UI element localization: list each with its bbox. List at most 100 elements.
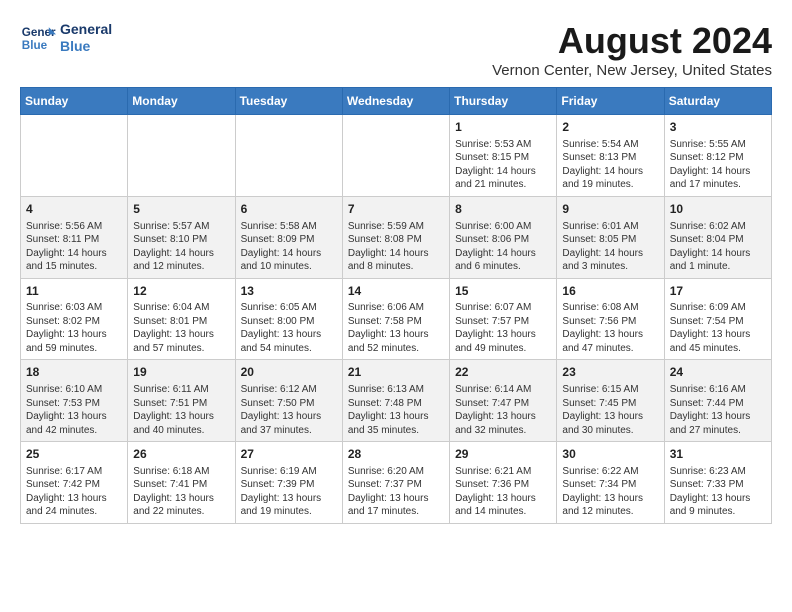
calendar-cell: 17Sunrise: 6:09 AM Sunset: 7:54 PM Dayli…	[664, 278, 771, 360]
day-header-tuesday: Tuesday	[235, 88, 342, 115]
day-info: Sunrise: 6:09 AM Sunset: 7:54 PM Dayligh…	[670, 301, 766, 355]
day-number: 6	[241, 201, 337, 218]
calendar-cell: 26Sunrise: 6:18 AM Sunset: 7:41 PM Dayli…	[128, 442, 235, 524]
day-info: Sunrise: 6:17 AM Sunset: 7:42 PM Dayligh…	[26, 465, 122, 519]
day-info: Sunrise: 6:06 AM Sunset: 7:58 PM Dayligh…	[348, 301, 444, 355]
logo-general: General	[60, 21, 112, 38]
day-header-wednesday: Wednesday	[342, 88, 449, 115]
calendar-cell: 5Sunrise: 5:57 AM Sunset: 8:10 PM Daylig…	[128, 196, 235, 278]
day-number: 19	[133, 364, 229, 381]
day-info: Sunrise: 6:00 AM Sunset: 8:06 PM Dayligh…	[455, 220, 551, 274]
week-row-4: 18Sunrise: 6:10 AM Sunset: 7:53 PM Dayli…	[21, 360, 772, 442]
calendar-cell: 21 Sunrise: 6:13 AM Sunset: 7:48 PM Dayli…	[342, 360, 449, 442]
calendar-cell: 8Sunrise: 6:00 AM Sunset: 8:06 PM Daylig…	[450, 196, 557, 278]
day-number: 25	[26, 446, 122, 463]
day-info: Sunrise: 5:58 AM Sunset: 8:09 PM Dayligh…	[241, 220, 337, 274]
day-header-thursday: Thursday	[450, 88, 557, 115]
subtitle: Vernon Center, New Jersey, United States	[492, 62, 772, 79]
calendar-cell: 16Sunrise: 6:08 AM Sunset: 7:56 PM Dayli…	[557, 278, 664, 360]
day-info: Sunrise: 5:53 AM Sunset: 8:15 PM Dayligh…	[455, 138, 551, 192]
day-number: 20	[241, 364, 337, 381]
day-info: Sunrise: 6:04 AM Sunset: 8:01 PM Dayligh…	[133, 301, 229, 355]
day-number: 3	[670, 119, 766, 136]
day-info: Sunrise: 6:15 AM Sunset: 7:45 PM Dayligh…	[562, 383, 658, 437]
day-info: Sunrise: 6:11 AM Sunset: 7:51 PM Dayligh…	[133, 383, 229, 437]
calendar-cell: 24Sunrise: 6:16 AM Sunset: 7:44 PM Dayli…	[664, 360, 771, 442]
day-info: Sunrise: 6:05 AM Sunset: 8:00 PM Dayligh…	[241, 301, 337, 355]
day-number: 14	[348, 283, 444, 300]
calendar-cell: 23 Sunrise: 6:15 AM Sunset: 7:45 PM Dayli…	[557, 360, 664, 442]
day-number: 9	[562, 201, 658, 218]
week-row-3: 11Sunrise: 6:03 AM Sunset: 8:02 PM Dayli…	[21, 278, 772, 360]
calendar-cell: 7 Sunrise: 5:59 AM Sunset: 8:08 PM Daylig…	[342, 196, 449, 278]
day-number: 16	[562, 283, 658, 300]
day-info: Sunrise: 6:03 AM Sunset: 8:02 PM Dayligh…	[26, 301, 122, 355]
day-info: Sunrise: 6:08 AM Sunset: 7:56 PM Dayligh…	[562, 301, 658, 355]
day-info: Sunrise: 6:14 AM Sunset: 7:47 PM Dayligh…	[455, 383, 551, 437]
day-header-sunday: Sunday	[21, 88, 128, 115]
calendar-cell: 22 Sunrise: 6:14 AM Sunset: 7:47 PM Dayli…	[450, 360, 557, 442]
day-header-monday: Monday	[128, 88, 235, 115]
calendar-cell: 31 Sunrise: 6:23 AM Sunset: 7:33 PM Dayli…	[664, 442, 771, 524]
day-info: Sunrise: 5:56 AM Sunset: 8:11 PM Dayligh…	[26, 220, 122, 274]
day-number: 24	[670, 364, 766, 381]
svg-text:Blue: Blue	[22, 39, 48, 52]
title-section: August 2024 Vernon Center, New Jersey, U…	[492, 20, 772, 79]
calendar-cell: 29Sunrise: 6:21 AM Sunset: 7:36 PM Dayli…	[450, 442, 557, 524]
calendar-cell	[235, 115, 342, 197]
day-info: Sunrise: 5:55 AM Sunset: 8:12 PM Dayligh…	[670, 138, 766, 192]
calendar-cell: 11Sunrise: 6:03 AM Sunset: 8:02 PM Dayli…	[21, 278, 128, 360]
calendar-cell: 14Sunrise: 6:06 AM Sunset: 7:58 PM Dayli…	[342, 278, 449, 360]
week-row-1: 1Sunrise: 5:53 AM Sunset: 8:15 PM Daylig…	[21, 115, 772, 197]
calendar-cell: 6 Sunrise: 5:58 AM Sunset: 8:09 PM Daylig…	[235, 196, 342, 278]
calendar-cell: 20 Sunrise: 6:12 AM Sunset: 7:50 PM Dayli…	[235, 360, 342, 442]
calendar-cell: 15Sunrise: 6:07 AM Sunset: 7:57 PM Dayli…	[450, 278, 557, 360]
day-info: Sunrise: 6:07 AM Sunset: 7:57 PM Dayligh…	[455, 301, 551, 355]
day-number: 28	[348, 446, 444, 463]
day-info: Sunrise: 6:01 AM Sunset: 8:05 PM Dayligh…	[562, 220, 658, 274]
calendar-cell: 4 Sunrise: 5:56 AM Sunset: 8:11 PM Daylig…	[21, 196, 128, 278]
day-info: Sunrise: 6:23 AM Sunset: 7:33 PM Dayligh…	[670, 465, 766, 519]
day-number: 31	[670, 446, 766, 463]
logo-icon: General Blue	[20, 20, 56, 56]
calendar-cell: 9 Sunrise: 6:01 AM Sunset: 8:05 PM Daylig…	[557, 196, 664, 278]
day-number: 7	[348, 201, 444, 218]
day-number: 18	[26, 364, 122, 381]
day-number: 11	[26, 283, 122, 300]
day-info: Sunrise: 6:20 AM Sunset: 7:37 PM Dayligh…	[348, 465, 444, 519]
calendar-cell: 3 Sunrise: 5:55 AM Sunset: 8:12 PM Daylig…	[664, 115, 771, 197]
day-info: Sunrise: 5:59 AM Sunset: 8:08 PM Dayligh…	[348, 220, 444, 274]
calendar-cell: 13Sunrise: 6:05 AM Sunset: 8:00 PM Dayli…	[235, 278, 342, 360]
days-header-row: SundayMondayTuesdayWednesdayThursdayFrid…	[21, 88, 772, 115]
day-number: 2	[562, 119, 658, 136]
day-number: 27	[241, 446, 337, 463]
day-number: 13	[241, 283, 337, 300]
calendar-cell: 1Sunrise: 5:53 AM Sunset: 8:15 PM Daylig…	[450, 115, 557, 197]
day-info: Sunrise: 6:13 AM Sunset: 7:48 PM Dayligh…	[348, 383, 444, 437]
day-info: Sunrise: 6:19 AM Sunset: 7:39 PM Dayligh…	[241, 465, 337, 519]
calendar-cell	[128, 115, 235, 197]
day-number: 4	[26, 201, 122, 218]
day-info: Sunrise: 6:02 AM Sunset: 8:04 PM Dayligh…	[670, 220, 766, 274]
calendar-cell: 27 Sunrise: 6:19 AM Sunset: 7:39 PM Dayli…	[235, 442, 342, 524]
day-header-friday: Friday	[557, 88, 664, 115]
calendar-cell: 10 Sunrise: 6:02 AM Sunset: 8:04 PM Dayli…	[664, 196, 771, 278]
day-number: 23	[562, 364, 658, 381]
main-title: August 2024	[492, 20, 772, 62]
calendar-cell: 28 Sunrise: 6:20 AM Sunset: 7:37 PM Dayli…	[342, 442, 449, 524]
day-number: 10	[670, 201, 766, 218]
day-number: 22	[455, 364, 551, 381]
calendar-cell: 18Sunrise: 6:10 AM Sunset: 7:53 PM Dayli…	[21, 360, 128, 442]
day-number: 29	[455, 446, 551, 463]
day-info: Sunrise: 5:54 AM Sunset: 8:13 PM Dayligh…	[562, 138, 658, 192]
page-header: General Blue General Blue August 2024 Ve…	[20, 20, 772, 79]
day-info: Sunrise: 6:12 AM Sunset: 7:50 PM Dayligh…	[241, 383, 337, 437]
day-info: Sunrise: 6:22 AM Sunset: 7:34 PM Dayligh…	[562, 465, 658, 519]
day-number: 15	[455, 283, 551, 300]
day-number: 5	[133, 201, 229, 218]
calendar-cell: 2 Sunrise: 5:54 AM Sunset: 8:13 PM Daylig…	[557, 115, 664, 197]
calendar-cell: 12Sunrise: 6:04 AM Sunset: 8:01 PM Dayli…	[128, 278, 235, 360]
day-number: 21	[348, 364, 444, 381]
calendar-cell: 30Sunrise: 6:22 AM Sunset: 7:34 PM Dayli…	[557, 442, 664, 524]
calendar-cell	[21, 115, 128, 197]
